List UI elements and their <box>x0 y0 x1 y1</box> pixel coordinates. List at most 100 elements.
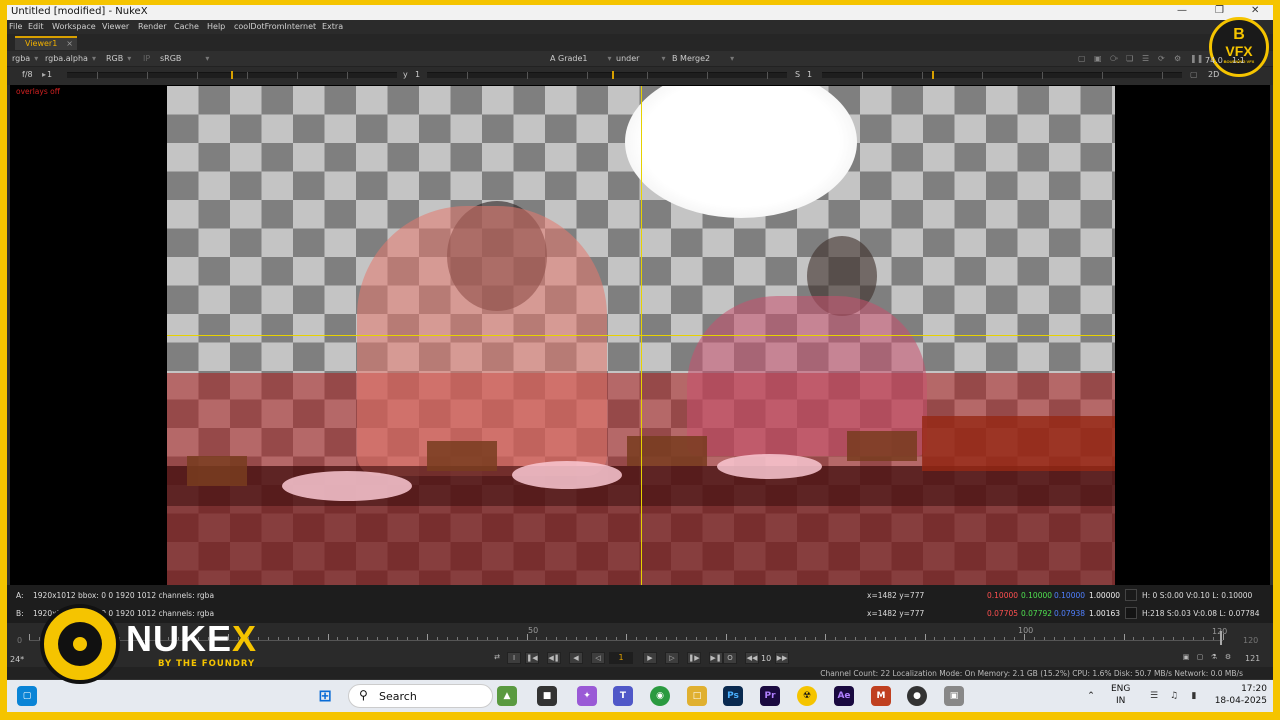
minimize-icon[interactable]: — <box>1177 5 1187 16</box>
nuke-taskbar-icon[interactable]: ☢ <box>797 686 817 706</box>
layers-icon[interactable]: ❏ <box>1123 53 1136 65</box>
language-indicator[interactable]: ENG IN <box>1111 683 1130 707</box>
timeline-end: 120 <box>1243 636 1259 645</box>
copilot-icon[interactable]: ✦ <box>577 686 597 706</box>
premiere-icon[interactable]: Pr <box>760 686 780 706</box>
file-explorer-icon[interactable]: □ <box>687 686 707 706</box>
monitor-icon[interactable]: ▣ <box>1179 652 1193 664</box>
restore-icon[interactable]: ❐ <box>1215 5 1224 16</box>
saturation-value[interactable]: 1 <box>804 69 815 81</box>
menu-cache[interactable]: Cache <box>174 22 199 31</box>
tab-close-icon[interactable]: × <box>66 39 73 48</box>
battery-icon[interactable]: ▮ <box>1184 686 1204 706</box>
windows-start-icon[interactable]: ⊞ <box>315 686 335 706</box>
saturation-slider[interactable] <box>822 71 1182 79</box>
increment-field[interactable]: 10 <box>761 654 771 663</box>
taskbar-search[interactable]: ⚲ Search <box>348 684 493 708</box>
app-icon[interactable]: ▣ <box>944 686 964 706</box>
proxy-icon[interactable]: ▢ <box>1193 652 1207 664</box>
maya-icon[interactable]: M <box>871 686 891 706</box>
next-keyframe-button[interactable]: ❚▶ <box>687 652 701 664</box>
close-icon[interactable]: ✕ <box>1251 5 1259 16</box>
viewer-canvas[interactable]: overlays off <box>10 85 1270 585</box>
end-frame-field[interactable]: 121 <box>1245 654 1260 663</box>
terminal-icon[interactable]: ■ <box>537 686 557 706</box>
alpha-dropdown[interactable]: rgba.alpha ▾ <box>42 53 99 65</box>
menu-extra[interactable]: Extra <box>322 22 343 31</box>
timeline-playhead[interactable] <box>1220 631 1222 645</box>
widgets-icon[interactable]: ▲ <box>497 686 517 706</box>
fstop-label[interactable]: f/8 <box>19 69 36 81</box>
search-icon: ⚲ <box>359 688 368 702</box>
step-back-button[interactable]: ◁ <box>591 652 605 664</box>
merge-mode-dropdown[interactable]: under ▾ <box>613 53 668 65</box>
a-swatch <box>1125 589 1137 601</box>
current-frame-field[interactable]: 1 <box>609 652 633 664</box>
chrome-icon[interactable]: ◉ <box>650 686 670 706</box>
skip-back-button[interactable]: ◀◀ <box>745 652 759 664</box>
zoom-field[interactable]: 74.0 <box>1205 56 1223 65</box>
b-hsv: H:218 S:0.03 V:0.08 L: 0.07784 <box>1142 609 1260 618</box>
menu-edit[interactable]: Edit <box>28 22 44 31</box>
gear-icon[interactable]: ⚙ <box>1171 53 1184 65</box>
studio-lamp <box>625 86 857 218</box>
view-mode-dropdown[interactable]: 2D <box>1205 69 1222 81</box>
steam-icon[interactable]: ● <box>907 686 927 706</box>
tab-viewer1[interactable]: Viewer1 × <box>15 36 77 50</box>
volume-icon[interactable]: ♫ <box>1164 686 1184 706</box>
menu-workspace[interactable]: Workspace <box>52 22 96 31</box>
ip-toggle[interactable]: IP <box>140 53 153 65</box>
clock-date: 18-04-2025 <box>1214 696 1267 706</box>
last-frame-button[interactable]: ▶❚ <box>709 652 723 664</box>
photoshop-icon[interactable]: Ps <box>723 686 743 706</box>
tray-chevron-icon[interactable]: ⌃ <box>1081 686 1101 706</box>
viewer-controls-top: rgba ▾ rgba.alpha ▾ RGB ▾ IP sRGB ▾ A Grade1… <box>7 51 1273 67</box>
a-format-info: 1920x1012 bbox: 0 0 1920 1012 channels: … <box>33 591 215 600</box>
channels-dropdown[interactable]: rgba ▾ <box>9 53 41 65</box>
menu-file[interactable]: File <box>9 22 22 31</box>
ratio-field[interactable]: 1:1 <box>1232 56 1245 65</box>
loop-icon[interactable]: ⇄ <box>490 652 504 664</box>
nukex-logo: NUKEX BY THE FOUNDRY <box>40 604 280 684</box>
b-input-dropdown[interactable]: B Merge2 ▾ <box>669 53 737 65</box>
refresh-icon[interactable]: ⟳ <box>1155 53 1168 65</box>
teams-icon[interactable]: T <box>613 686 633 706</box>
skip-forward-button[interactable]: ▶▶ <box>775 652 789 664</box>
gamma-slider[interactable] <box>427 71 787 79</box>
gamma-label: y <box>403 70 408 79</box>
gain-value[interactable]: 1 <box>44 69 55 81</box>
frame-icon[interactable]: ▢ <box>1187 69 1201 81</box>
pause-icon[interactable]: ❚❚ <box>1187 53 1206 65</box>
step-forward-button[interactable]: ▷ <box>665 652 679 664</box>
play-forward-button[interactable]: ▶ <box>643 652 657 664</box>
menu-viewer[interactable]: Viewer <box>102 22 129 31</box>
taskbar-clock[interactable]: 17:20 18-04-2025 <box>1215 683 1267 707</box>
task-view-icon[interactable]: ▢ <box>17 686 37 706</box>
gain-slider[interactable] <box>67 71 397 79</box>
wifi-icon[interactable]: ☰ <box>1144 686 1164 706</box>
first-frame-button[interactable]: ❚◀ <box>525 652 539 664</box>
title-bar: Untitled [modified] - NukeX — ❐ ✕ <box>7 5 1273 20</box>
a-coord: x=1482 y=777 <box>867 591 925 600</box>
a-label: A: <box>16 591 24 600</box>
wipe-icon[interactable]: ⧂ <box>1107 53 1121 65</box>
safe-area-icon[interactable]: ▣ <box>1091 53 1105 65</box>
color-display-dropdown[interactable]: RGB ▾ <box>103 53 134 65</box>
roi-icon[interactable]: ▢ <box>1075 53 1089 65</box>
a-input-dropdown[interactable]: A Grade1 ▾ <box>547 53 615 65</box>
menu-help[interactable]: Help <box>207 22 225 31</box>
b-alpha: 1.00163 <box>1089 609 1121 618</box>
fps-dropdown[interactable]: 24* <box>7 654 27 666</box>
out-point-button[interactable]: O <box>723 652 737 664</box>
lock-icon[interactable]: ⚗ <box>1207 652 1221 664</box>
menu-cooldotfrominternet[interactable]: coolDotFromInternet <box>234 22 316 31</box>
settings-icon[interactable]: ⚙ <box>1221 652 1235 664</box>
prev-keyframe-button[interactable]: ◀❚ <box>547 652 561 664</box>
list-icon[interactable]: ☰ <box>1139 53 1152 65</box>
gamma-value[interactable]: 1 <box>412 69 423 81</box>
after-effects-icon[interactable]: Ae <box>834 686 854 706</box>
play-backward-button[interactable]: ◀ <box>569 652 583 664</box>
lut-dropdown[interactable]: sRGB ▾ <box>157 53 212 65</box>
in-point-button[interactable]: I <box>507 652 521 664</box>
menu-render[interactable]: Render <box>138 22 166 31</box>
